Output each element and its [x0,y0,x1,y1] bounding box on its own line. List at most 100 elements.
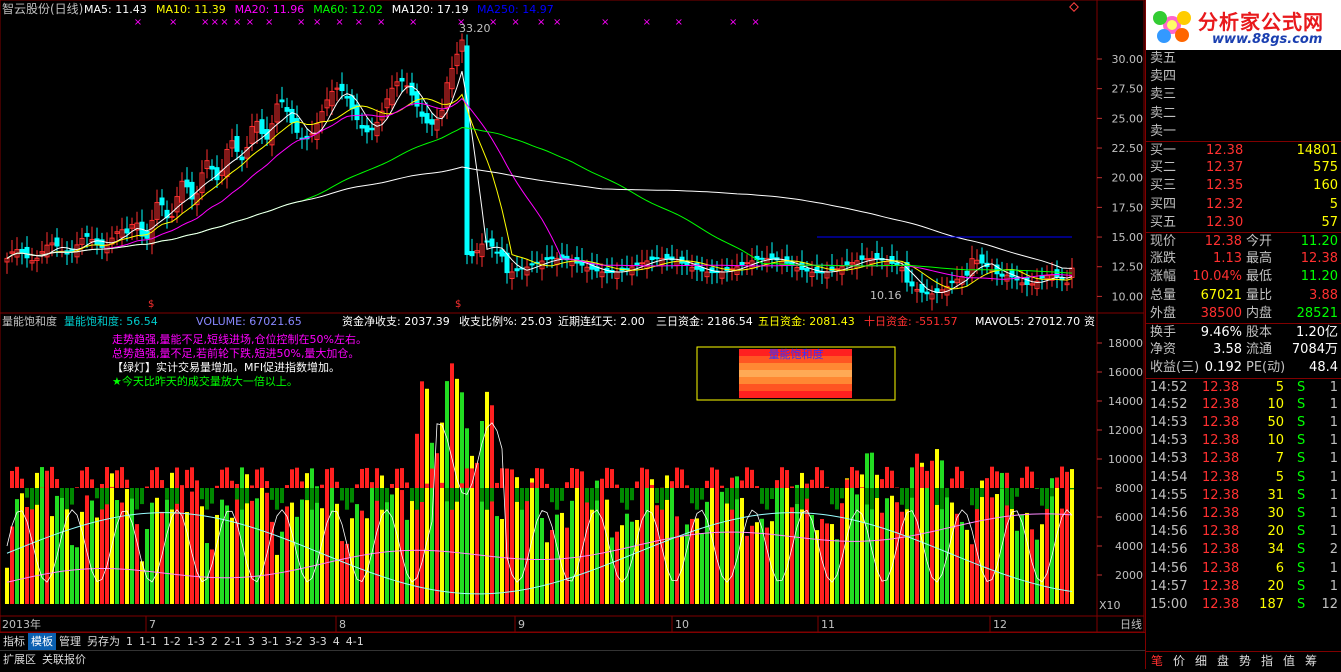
candle-body [910,282,914,286]
quote-tab-细[interactable]: 细 [1190,652,1212,669]
volume-bar [10,527,14,604]
stock-chart-svg[interactable]: 智云股份(日线)MA5: 11.43MA10: 11.39MA20: 11.96… [0,0,1145,669]
volume-bar [750,526,754,604]
volume-bar [745,536,749,604]
volume-bar [1055,488,1059,604]
flow-bar [280,488,284,503]
tab-4[interactable]: 4 [330,633,343,650]
tab-管理[interactable]: 管理 [56,633,84,650]
tick-side: S [1297,396,1305,414]
tab-1-1[interactable]: 1-1 [136,633,160,650]
tab-3-1[interactable]: 3-1 [258,633,282,650]
chart-area[interactable]: 智云股份(日线)MA5: 11.43MA10: 11.39MA20: 11.96… [0,0,1145,669]
flow-bar [880,479,884,488]
volume-axis-label: 10000 [1108,453,1143,466]
tab-模板[interactable]: 模板 [28,633,56,650]
flow-bar [625,488,629,510]
volume-bar [755,522,759,604]
tab-3-2[interactable]: 3-2 [282,633,306,650]
volume-bar [815,530,819,604]
tick-count: 1 [1330,560,1338,578]
quote-tab-指[interactable]: 指 [1256,652,1278,669]
tick-row: 15:0012.38187S12 [1146,596,1341,614]
tab-1-2[interactable]: 1-2 [160,633,184,650]
volume-bar [810,515,814,604]
buy-level-label: 买二 [1150,159,1176,177]
quote-row: 涨跌1.13最高12.38 [1146,250,1341,268]
tick-time: 14:53 [1150,432,1187,450]
flow-bar [875,488,879,498]
tab-1-3[interactable]: 1-3 [184,633,208,650]
ma-line-20 [7,99,1072,280]
candle-body [55,238,59,246]
tab-2-1[interactable]: 2-1 [221,633,245,650]
buy-row: 买一12.3814801 [1146,141,1341,160]
candle-body [875,254,879,259]
stat-value: 3.58 [1213,341,1242,359]
tick-price: 12.38 [1202,469,1239,487]
quote-tab-筹[interactable]: 筹 [1300,652,1322,669]
flow-bar [840,488,844,498]
buy-volume: 57 [1321,214,1338,232]
volume-bar [50,516,54,604]
quote-tab-价[interactable]: 价 [1168,652,1190,669]
extension-tab-bar: 扩展区关联报价 [0,650,1145,668]
signal-marker: × [355,17,363,28]
tab-2[interactable]: 2 [208,633,221,650]
flow-bar [645,469,649,488]
tab-3[interactable]: 3 [245,633,258,650]
tab-扩展区[interactable]: 扩展区 [0,651,39,668]
flow-bar [485,488,489,510]
quote-value: 12.38 [1205,233,1242,251]
tab-3-3[interactable]: 3-3 [306,633,330,650]
legend-line-0: 走势趋强,量能不足,短线进场,仓位控制在50%左右。 [112,332,367,346]
flow-bar [935,488,939,505]
volume-bar [330,484,334,604]
tab-指标[interactable]: 指标 [0,633,28,650]
flow-bar [870,488,874,509]
candle-body [170,216,174,217]
quote-tab-笔[interactable]: 笔 [1146,652,1168,669]
flow-bar [75,487,79,488]
candle-body [25,247,29,257]
tab-关联报价[interactable]: 关联报价 [39,651,89,668]
stat-value: 0.192 [1205,359,1242,377]
flow-bar [640,468,644,488]
candle-body [290,109,294,122]
tick-side: S [1297,541,1305,559]
signal-marker: × [377,17,385,28]
tab-另存为[interactable]: 另存为 [84,633,123,650]
candle-body [860,256,864,260]
flow-bar [910,488,914,498]
flow-bar [435,468,439,488]
buy-row: 买三12.35160 [1146,177,1341,195]
tab-4-1[interactable]: 4-1 [343,633,367,650]
month-label-10: 10 [675,618,689,631]
flow-bar [1040,488,1044,506]
quote-tab-盘[interactable]: 盘 [1212,652,1234,669]
quote-label: 总量 [1150,287,1176,305]
signal-marker: × [134,17,142,28]
flow-bar [860,487,864,488]
flow-bar [780,467,784,488]
buy-price: 12.38 [1206,142,1243,160]
quote-tab-势[interactable]: 势 [1234,652,1256,669]
signal-marker: × [265,17,273,28]
tab-1[interactable]: 1 [123,633,136,650]
candle-body [760,258,764,259]
flow-bar [555,488,559,510]
legend-box-label: 量能饱和度 [769,347,824,361]
flow-bar [1030,472,1034,488]
flow-bar [175,488,179,504]
ten-day-fund: 十日资金: -551.57 [864,314,958,328]
tick-time: 14:56 [1150,560,1187,578]
candle-body [490,239,494,246]
tick-side: S [1297,414,1305,432]
quote-tab-值[interactable]: 值 [1278,652,1300,669]
indicator-name: 量能饱和度 [2,314,57,328]
flow-bar [60,488,64,498]
period-label: 日线 [1120,617,1142,631]
volume-bar [1065,480,1069,604]
candle-body [950,281,954,282]
flow-bar [125,480,129,488]
